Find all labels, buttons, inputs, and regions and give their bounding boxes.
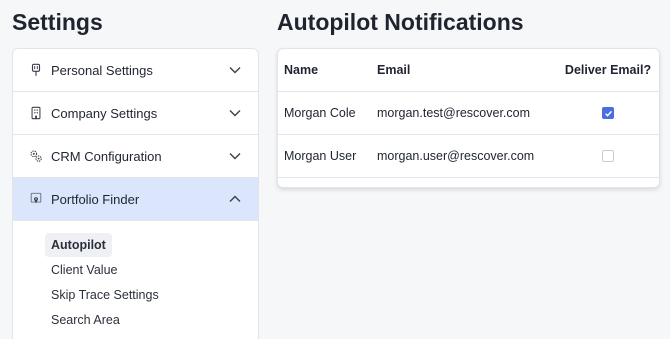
column-header-name: Name bbox=[284, 63, 319, 77]
chevron-down-icon bbox=[228, 63, 242, 77]
page-title: Autopilot Notifications bbox=[277, 9, 524, 35]
submenu-item-client-value[interactable]: Client Value bbox=[45, 258, 123, 282]
sidebar-item-label: Personal Settings bbox=[51, 62, 153, 78]
sidebar-item-crm-configuration[interactable]: CRM Configuration bbox=[13, 135, 258, 178]
sidebar-item-portfolio-finder[interactable]: Portfolio Finder bbox=[13, 178, 258, 221]
chevron-up-icon bbox=[228, 192, 242, 206]
building-icon bbox=[29, 104, 43, 122]
submenu-item-search-area[interactable]: Search Area bbox=[45, 308, 126, 332]
sidebar-item-label: CRM Configuration bbox=[51, 148, 162, 164]
row-name: Morgan User bbox=[284, 149, 357, 163]
chevron-down-icon bbox=[228, 149, 242, 163]
chevron-down-icon bbox=[228, 106, 242, 120]
settings-title: Settings bbox=[12, 9, 103, 35]
deliver-email-checkbox[interactable] bbox=[602, 107, 614, 119]
notifications-table: Name Email Deliver Email? Morgan Cole mo… bbox=[277, 48, 660, 188]
table-header-row: Name Email Deliver Email? bbox=[278, 49, 659, 92]
sidebar-item-company-settings[interactable]: Company Settings bbox=[13, 92, 258, 135]
sidebar-item-personal-settings[interactable]: Personal Settings bbox=[13, 49, 258, 92]
row-email: morgan.user@rescover.com bbox=[377, 149, 535, 163]
table-row: Morgan Cole morgan.test@rescover.com bbox=[278, 92, 659, 135]
column-header-email: Email bbox=[377, 63, 411, 77]
submenu-item-skip-trace-settings[interactable]: Skip Trace Settings bbox=[45, 283, 165, 307]
row-deliver-cell bbox=[561, 135, 655, 177]
sidebar-item-label: Portfolio Finder bbox=[51, 191, 140, 207]
sidebar-item-label: Company Settings bbox=[51, 105, 158, 121]
row-deliver-cell bbox=[561, 92, 655, 134]
badge-icon bbox=[29, 61, 43, 79]
submenu-item-autopilot[interactable]: Autopilot bbox=[45, 233, 112, 257]
settings-sidebar: Personal Settings Company Settings CRM C… bbox=[12, 48, 259, 339]
checkmark-icon bbox=[604, 110, 612, 117]
deliver-email-checkbox[interactable] bbox=[602, 150, 614, 162]
map-pin-icon bbox=[29, 190, 43, 208]
portfolio-finder-submenu: Autopilot Client Value Skip Trace Settin… bbox=[13, 221, 258, 332]
gears-icon bbox=[29, 147, 43, 165]
column-header-deliver-email: Deliver Email? bbox=[564, 63, 652, 77]
row-email: morgan.test@rescover.com bbox=[377, 106, 531, 120]
table-row: Morgan User morgan.user@rescover.com bbox=[278, 135, 659, 178]
row-name: Morgan Cole bbox=[284, 106, 356, 120]
